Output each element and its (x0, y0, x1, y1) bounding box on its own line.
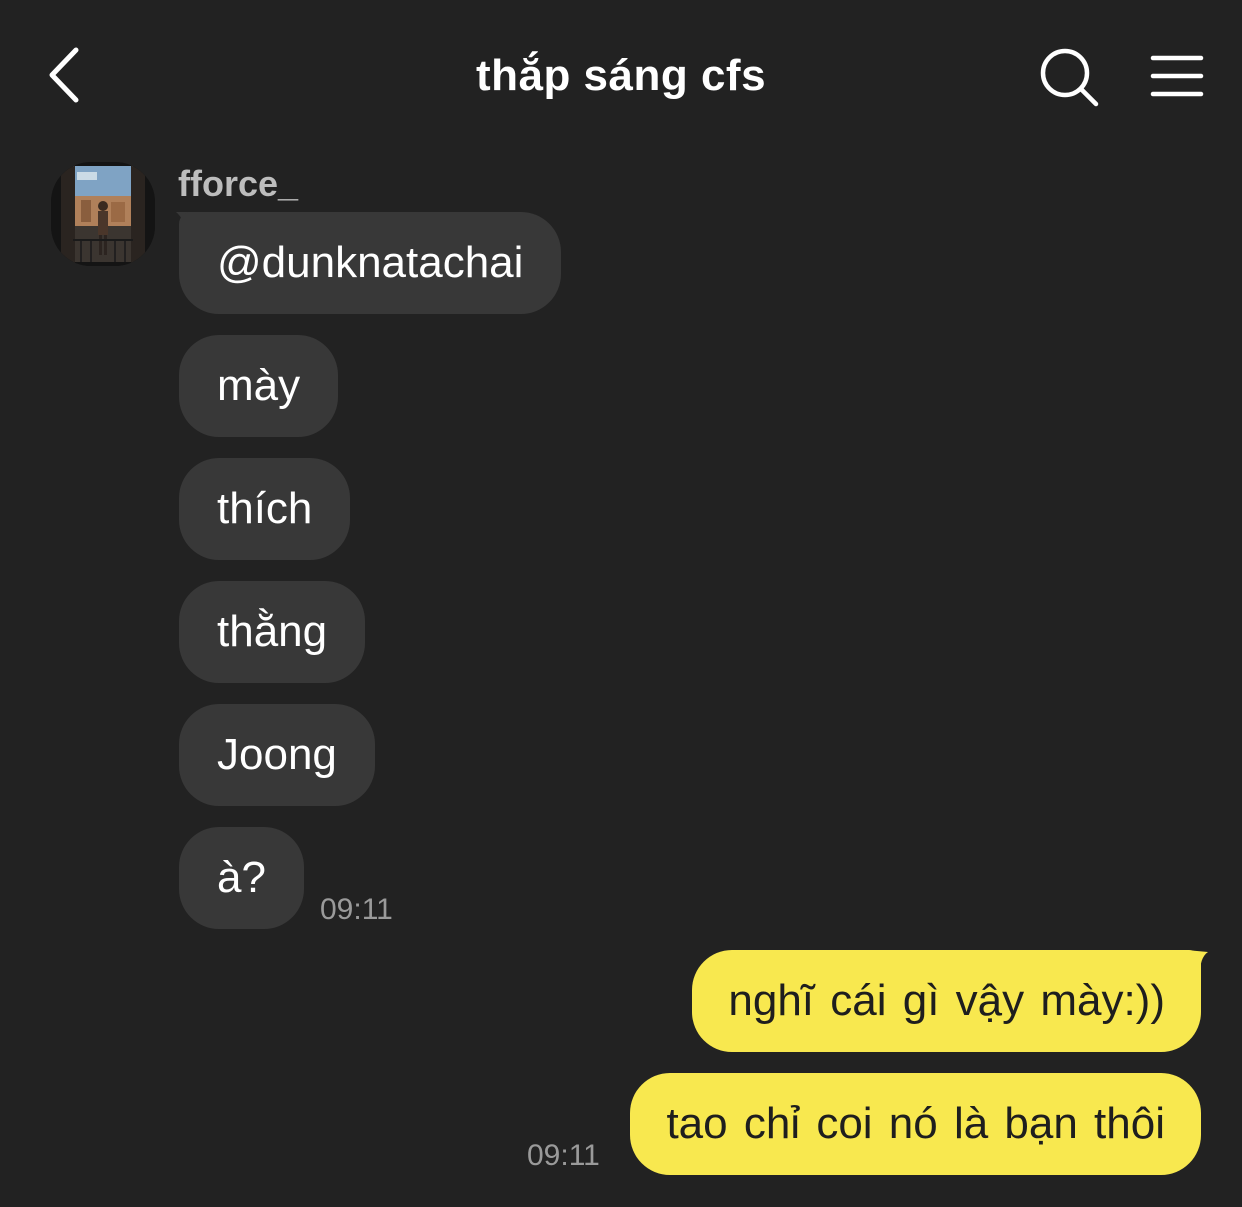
message-bubble-incoming[interactable]: à? (179, 827, 304, 929)
chat-header: thắp sáng cfs (0, 0, 1242, 150)
message-bubble-incoming[interactable]: thích (179, 458, 351, 560)
message-bubble-incoming[interactable]: mày (179, 335, 339, 437)
message-timestamp: 09:11 (527, 1139, 600, 1172)
message-bubble-outgoing[interactable]: nghĩ cái gì vậy mày:)) (692, 950, 1201, 1052)
chevron-left-icon (49, 47, 79, 103)
message-bubble-incoming[interactable]: @dunknatachai (179, 212, 562, 314)
menu-button[interactable] (1146, 48, 1208, 104)
chat-screen: thắp sáng cfs fforce_ @dunknatachai mày … (0, 0, 1242, 1207)
sender-name: fforce_ (178, 163, 299, 204)
message-bubble-incoming[interactable]: thằng (179, 581, 366, 683)
message-timestamp: 09:11 (320, 893, 393, 926)
sender-avatar[interactable] (51, 162, 155, 266)
search-button[interactable] (1036, 44, 1102, 110)
message-bubble-incoming[interactable]: Joong (179, 704, 375, 806)
message-bubble-outgoing[interactable]: tao chỉ coi nó là bạn thôi (630, 1073, 1201, 1175)
avatar-photo (51, 162, 155, 266)
back-button[interactable] (40, 42, 100, 108)
search-icon (1040, 48, 1099, 107)
hamburger-menu-icon (1150, 55, 1204, 97)
